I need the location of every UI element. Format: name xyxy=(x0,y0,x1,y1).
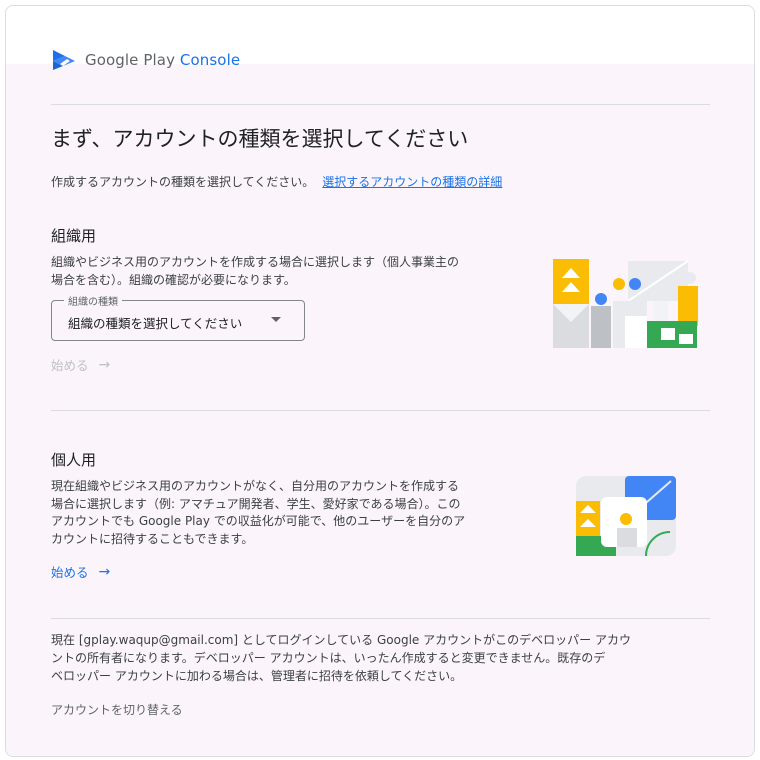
personal-start-button[interactable]: 始める → xyxy=(51,562,110,581)
subtitle-text: 作成するアカウントの種類を選択してください。 xyxy=(51,175,315,189)
personal-description-line: 場合に選択します（例: アマチュア開発者、学生、愛好家である場合）。この xyxy=(51,496,461,511)
personal-illustration xyxy=(576,476,676,557)
personal-heading: 個人用 xyxy=(51,451,97,469)
organization-type-select[interactable]: 組織の種類 組織の種類を選択してください xyxy=(51,293,305,341)
divider xyxy=(51,104,710,105)
select-label: 組織の種類 xyxy=(64,293,122,308)
personal-description: 現在組織やビジネス用のアカウントがなく、自分用のアカウントを作成する 場合に選択… xyxy=(51,478,465,548)
divider xyxy=(51,618,710,619)
app-header: Google Play Console xyxy=(51,46,240,74)
brand-name: Google Play Console xyxy=(85,51,241,69)
notice-line: ントの所有者になります。デベロッパー アカウントは、いったん作成すると変更できま… xyxy=(51,651,606,665)
account-types-details-link[interactable]: 選択するアカウントの種類の詳細 xyxy=(322,175,502,189)
page-subtitle: 作成するアカウントの種類を選択してください。 選択するアカウントの種類の詳細 xyxy=(51,173,502,190)
divider xyxy=(51,410,710,411)
arrow-right-icon: → xyxy=(98,563,111,580)
organization-heading: 組織用 xyxy=(51,227,97,245)
start-label: 始める xyxy=(51,358,89,373)
notice-line: 現在 [gplay.waqup@gmail.com] としてログインしている G… xyxy=(51,633,631,647)
organization-description-line: 場合を含む）。組織の確認が必要になります。 xyxy=(51,272,296,287)
dropdown-caret-icon xyxy=(271,317,281,322)
notice-line: ベロッパー アカウントに加わる場合は、管理者に招待を依頼してください。 xyxy=(51,669,463,683)
play-console-logo-icon xyxy=(53,50,75,70)
account-owner-notice: 現在 [gplay.waqup@gmail.com] としてログインしている G… xyxy=(51,631,713,685)
personal-description-line: 現在組織やビジネス用のアカウントがなく、自分用のアカウントを作成する xyxy=(51,479,460,493)
organization-description-line: 組織やビジネス用のアカウントを作成する場合に選択します（個人事業主の xyxy=(51,255,460,269)
personal-description-line: アカウントでも Google Play での収益化が可能で、他のユーザーを自分の… xyxy=(51,514,466,528)
start-label: 始める xyxy=(51,565,89,580)
organization-description: 組織やビジネス用のアカウントを作成する場合に選択します（個人事業主の 場合を含む… xyxy=(51,254,459,289)
arrow-right-icon: → xyxy=(98,356,111,373)
signup-card: Google Play Console まず、アカウントの種類を選択してください… xyxy=(5,5,755,757)
switch-account-button[interactable]: アカウントを切り替える xyxy=(51,701,183,718)
page-title: まず、アカウントの種類を選択してください xyxy=(51,127,469,151)
organization-start-button[interactable]: 始める → xyxy=(51,355,110,374)
organization-illustration xyxy=(553,259,698,348)
select-value: 組織の種類を選択してください xyxy=(68,316,243,331)
personal-description-line: カウントに招待することもできます。 xyxy=(51,531,254,546)
